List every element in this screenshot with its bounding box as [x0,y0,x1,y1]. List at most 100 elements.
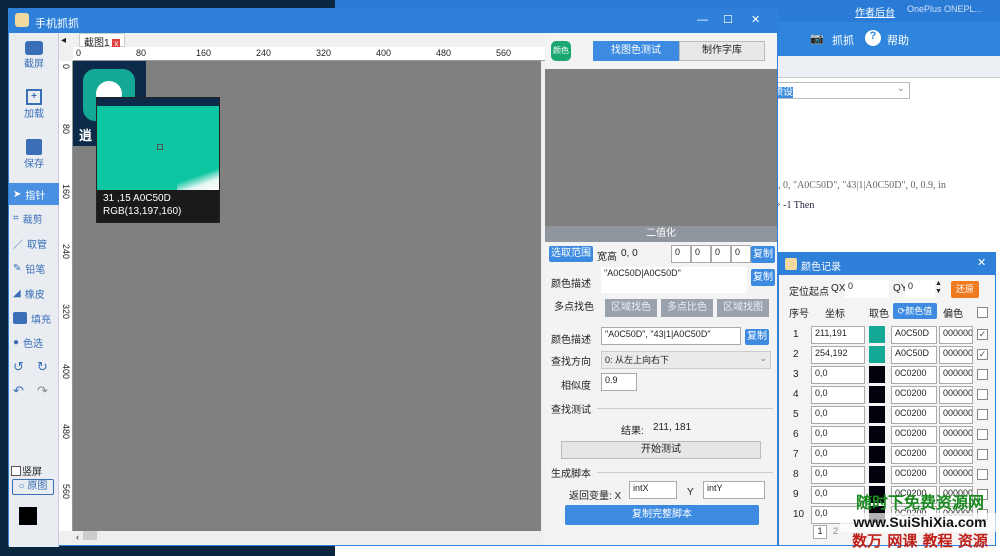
color-value-input[interactable]: 0C0200 [891,366,937,384]
color-value-input[interactable]: 0C0200 [891,446,937,464]
x-var-input[interactable]: intX [629,481,677,499]
capture-button[interactable]: 抓抓 [832,32,854,48]
tab-scroll-left[interactable]: ◂ [61,35,66,46]
device-selector[interactable]: OnePlus ONEPL... [907,4,982,14]
row-checkbox[interactable] [977,429,988,440]
row-checkbox[interactable]: ✓ [977,329,988,340]
screenshot-button[interactable]: 截屏 [9,41,59,70]
coord-input[interactable]: 0,0 [811,366,865,384]
qx-input[interactable]: 0 [845,280,889,298]
color-value-input[interactable]: 0C0200 [891,426,937,444]
subtab-multi-point-find[interactable]: 多点找色 [549,299,599,317]
row-checkbox[interactable] [977,469,988,480]
similarity-input[interactable]: 0.9 [601,373,637,391]
restore-button[interactable]: 还原 [951,281,979,298]
qy-spinner[interactable]: ▲ ▼ [935,280,942,296]
copy-color-desc-button[interactable]: 复制 [751,269,775,286]
mp-color-desc-input[interactable]: "A0C50D", "43|1|A0C50D" [601,327,741,345]
page-2-button[interactable]: 2 [833,526,838,536]
horizontal-scrollbar[interactable]: ‹ [73,531,541,543]
qy-input[interactable]: 0 [905,280,935,298]
page-1-button[interactable]: 1 [813,525,827,539]
color-swatch[interactable] [869,466,885,483]
preset-combo[interactable]: 预设 ⌄ [770,82,910,99]
image-canvas[interactable]: 逍 31 ,15 A0C50D RGB(13,197,160) [73,61,541,531]
color-swatch[interactable] [869,366,885,383]
subtab-area-find-image[interactable]: 区域找图 [717,299,769,317]
rotate-left-icon[interactable]: ↺ [13,359,24,375]
tool-color-select[interactable]: ● 色选 [9,331,59,353]
row-checkbox[interactable] [977,369,988,380]
color-value-input[interactable]: 0C0200 [891,466,937,484]
offset-input[interactable]: 000000 [939,346,973,364]
color-swatch[interactable] [869,446,885,463]
tool-pencil[interactable]: ✎ 铅笔 [9,257,59,279]
load-button[interactable]: + 加载 [9,89,59,120]
offset-input[interactable]: 000000 [939,426,973,444]
minimize-button[interactable]: — [697,14,708,26]
offset-input[interactable]: 000000 [939,406,973,424]
tool-fill[interactable]: 填充 [9,307,59,329]
range-x1-input[interactable]: 0 [671,245,691,263]
row-checkbox[interactable] [977,449,988,460]
coord-input[interactable]: 254,192 [811,346,865,364]
tab-find-color-test[interactable]: 找图色测试 [593,41,679,61]
color-swatch[interactable] [869,346,885,363]
y-var-input[interactable]: intY [703,481,765,499]
coord-input[interactable]: 0,0 [811,466,865,484]
maximize-button[interactable]: ☐ [723,13,733,26]
row-checkbox[interactable] [977,409,988,420]
coord-input[interactable]: 0,0 [811,426,865,444]
range-y2-input[interactable]: 0 [731,245,751,263]
redo-icon[interactable]: ↷ [37,383,48,399]
color-swatch[interactable] [869,406,885,423]
color-value-input[interactable]: A0C50D [891,346,937,364]
row-checkbox[interactable]: ✓ [977,349,988,360]
offset-input[interactable]: 000000 [939,326,973,344]
row-checkbox[interactable] [977,389,988,400]
copy-range-button[interactable]: 复制 [751,246,775,263]
tool-crop[interactable]: ⌗ 裁剪 [9,207,59,229]
offset-input[interactable]: 000000 [939,366,973,384]
coord-input[interactable]: 0,0 [811,386,865,404]
tool-pointer[interactable]: ➤ 指针 [9,183,59,205]
coord-input[interactable]: 0,0 [811,406,865,424]
checkbox[interactable] [11,465,21,476]
direction-select[interactable]: 0: 从左上向右下 ⌄ [601,351,771,369]
close-button[interactable]: ✕ [977,256,986,269]
coord-input[interactable]: 0,0 [811,446,865,464]
subtab-area-find-color[interactable]: 区域找色 [605,299,657,317]
tool-eraser[interactable]: ◢ 橡皮 [9,282,59,304]
select-range-button[interactable]: 选取范围 [549,246,593,262]
color-swatch[interactable] [869,386,885,403]
help-icon[interactable]: ? [865,30,881,46]
offset-input[interactable]: 000000 [939,466,973,484]
color-swatch[interactable] [869,326,885,343]
tool-eyedropper[interactable]: ／ 取管 [9,232,59,254]
copy-mp-color-desc-button[interactable]: 复制 [745,329,769,345]
close-button[interactable]: ✕ [751,13,760,26]
offset-input[interactable]: 000000 [939,386,973,404]
camera-icon[interactable]: 📷 [810,32,824,45]
tab-screenshot-1[interactable]: 截图1 x [79,33,126,49]
tab-make-font-library[interactable]: 制作字库 [679,41,765,61]
save-button[interactable]: 保存 [9,139,59,170]
color-value-input[interactable]: 0C0200 [891,386,937,404]
offset-input[interactable]: 000000 [939,446,973,464]
color-swatch[interactable] [869,426,885,443]
color-value-input[interactable]: 0C0200 [891,406,937,424]
copy-full-script-button[interactable]: 复制完整脚本 [565,505,759,525]
original-image-button[interactable]: ○ 原图 [12,479,54,495]
color-value-button[interactable]: ⟳颜色值 [893,303,937,319]
author-link[interactable]: 作者后台 [855,4,895,19]
select-all-checkbox[interactable] [977,307,988,318]
coord-input[interactable]: 211,191 [811,326,865,344]
help-button[interactable]: 帮助 [887,32,909,48]
rotate-right-icon[interactable]: ↻ [37,359,48,375]
range-y1-input[interactable]: 0 [691,245,711,263]
start-test-button[interactable]: 开始测试 [561,441,761,459]
color-value-input[interactable]: A0C50D [891,326,937,344]
undo-icon[interactable]: ↶ [13,383,24,399]
foreground-color[interactable] [19,507,37,525]
color-desc-input[interactable]: "A0C50D|A0C50D" [601,267,747,293]
